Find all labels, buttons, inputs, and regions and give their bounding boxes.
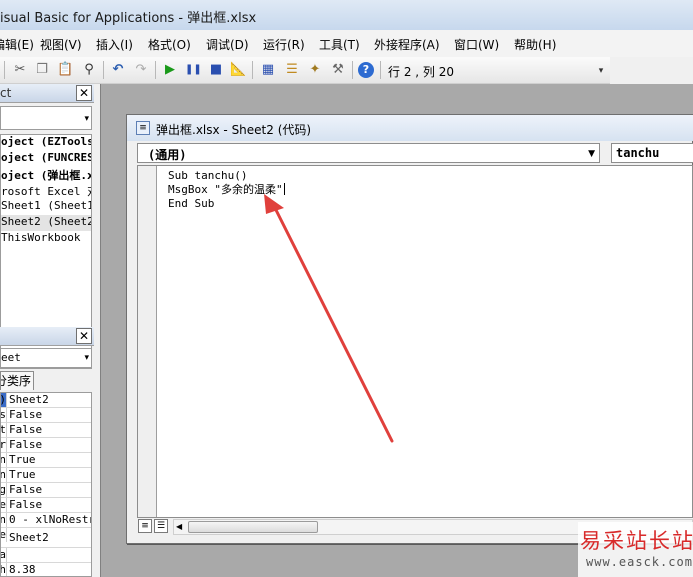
watermark: 易采站长站 www.easck.com [578, 522, 693, 577]
annotation-arrow [264, 194, 394, 443]
arrow-head [264, 194, 284, 214]
watermark-logo-text: 易采站长站 [580, 529, 693, 553]
watermark-url: www.easck.com [586, 555, 693, 569]
arrow-shaft [272, 204, 394, 443]
